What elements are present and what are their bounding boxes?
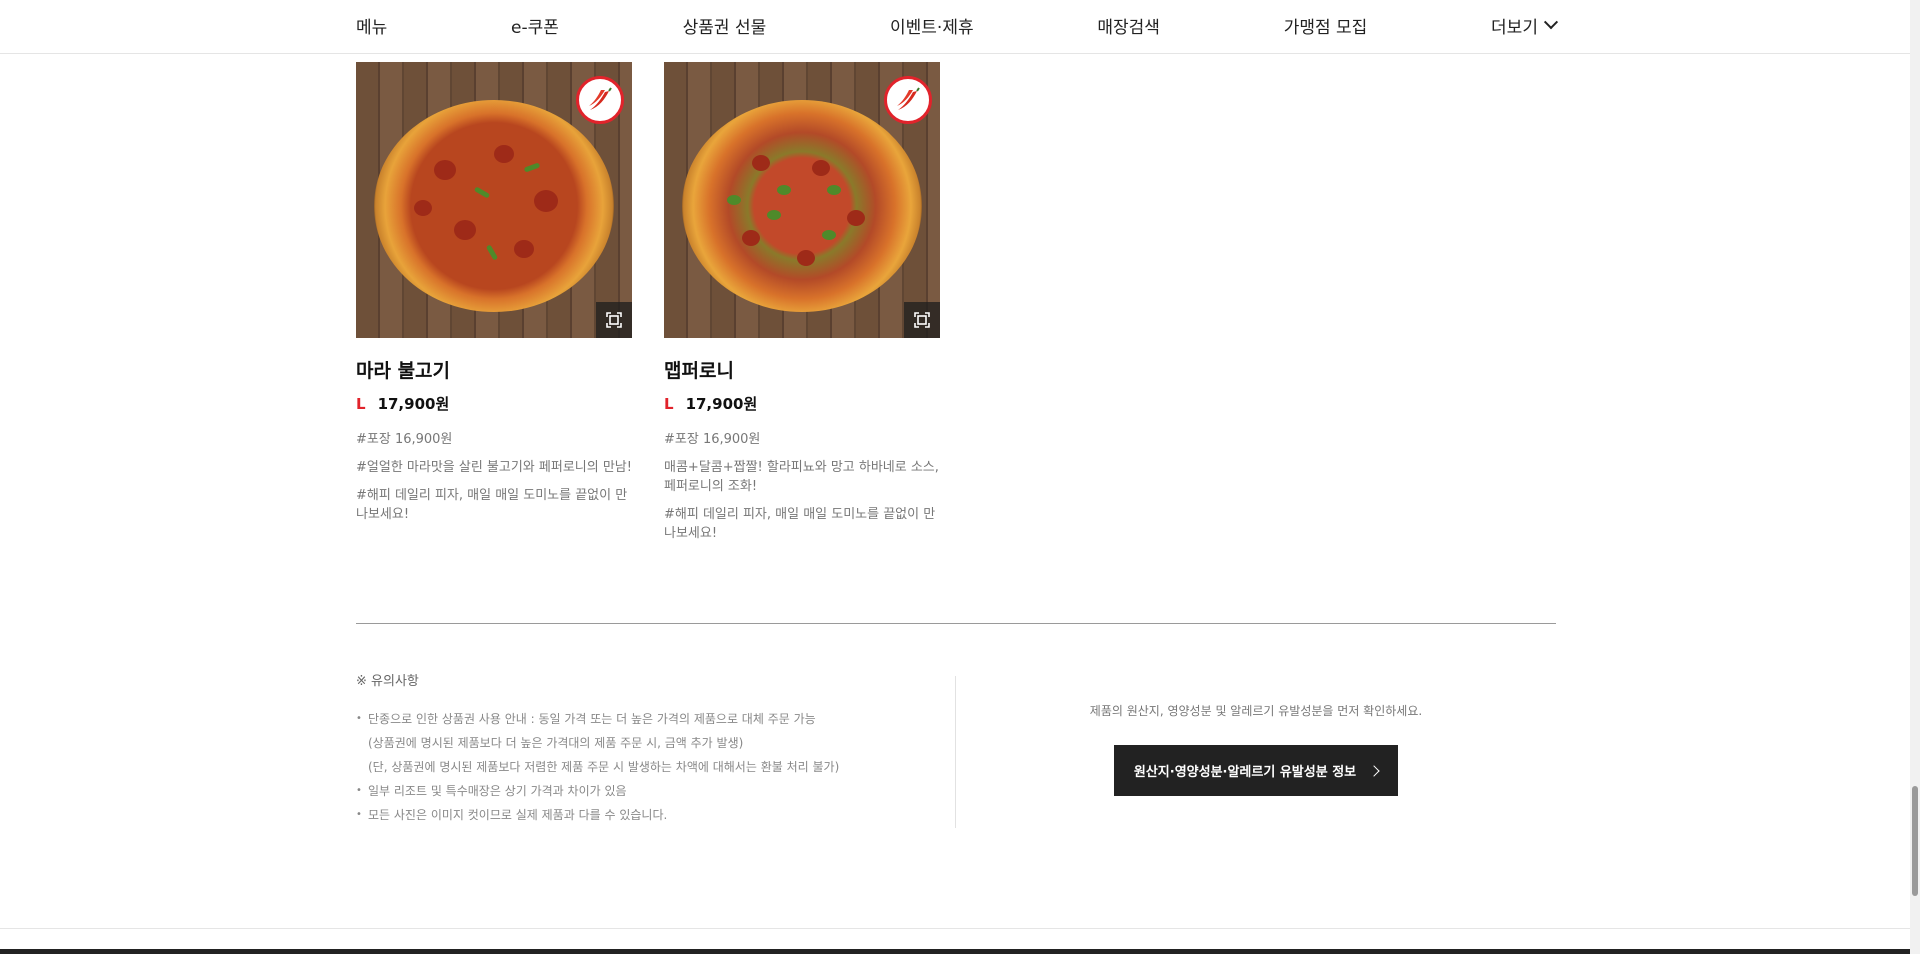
chili-pepper-icon bbox=[884, 76, 932, 124]
origin-info-section: 제품의 원산지, 영양성분 및 알레르기 유발성분을 먼저 확인하세요. 원산지… bbox=[956, 702, 1556, 796]
pizza-image bbox=[682, 100, 922, 312]
nav-item-franchise[interactable]: 가맹점 모집 bbox=[1284, 13, 1368, 38]
expand-icon[interactable] bbox=[904, 302, 940, 338]
nav-item-event[interactable]: 이벤트·제휴 bbox=[890, 13, 974, 38]
nav-item-ecoupon[interactable]: e-쿠폰 bbox=[511, 13, 559, 38]
notice-text: 일부 리조트 및 특수매장은 상기 가격과 차이가 있음 bbox=[368, 784, 627, 798]
nav-item-store-search[interactable]: 매장검색 bbox=[1097, 13, 1160, 38]
footer-divider bbox=[0, 928, 1910, 929]
section-divider bbox=[356, 623, 1556, 624]
chevron-down-icon bbox=[1543, 15, 1559, 30]
footer-bar bbox=[0, 949, 1910, 954]
product-tag: #해피 데일리 피자, 매일 매일 도미노를 끝없이 만나보세요! bbox=[356, 488, 628, 522]
size-label: L bbox=[664, 394, 674, 413]
notice-item: 단종으로 인한 상품권 사용 안내 : 동일 가격 또는 더 높은 가격의 제품… bbox=[356, 707, 956, 779]
product-price: L 17,900원 bbox=[664, 393, 940, 414]
product-list: 마라 불고기 L 17,900원 #포장 16,900원 #얼얼한 마라맛을 살… bbox=[356, 62, 940, 552]
notice-list: 단종으로 인한 상품권 사용 안내 : 동일 가격 또는 더 높은 가격의 제품… bbox=[356, 707, 956, 827]
product-card: 맵퍼로니 L 17,900원 #포장 16,900원 매콤+달콤+짭짤! 할라피… bbox=[664, 62, 940, 552]
nav-menu: 메뉴 e-쿠폰 상품권 선물 이벤트·제휴 매장검색 가맹점 모집 더보기 bbox=[356, 0, 1559, 50]
notice-text: 단종으로 인한 상품권 사용 안내 : 동일 가격 또는 더 높은 가격의 제품… bbox=[368, 712, 816, 726]
product-image[interactable] bbox=[664, 62, 940, 338]
product-tag: #얼얼한 마라맛을 살린 불고기와 페퍼로니의 만남! bbox=[356, 460, 632, 475]
product-card: 마라 불고기 L 17,900원 #포장 16,900원 #얼얼한 마라맛을 살… bbox=[356, 62, 632, 552]
scrollbar-thumb[interactable] bbox=[1912, 786, 1918, 896]
notice-subtext: (상품권에 명시된 제품보다 더 높은 가격대의 제품 주문 시, 금액 추가 … bbox=[368, 736, 744, 750]
product-tag: 매콤+달콤+짭짤! 할라피뇨와 망고 하바네로 소스, 페퍼로니의 조화! bbox=[664, 460, 939, 494]
pizza-image bbox=[374, 100, 614, 312]
origin-info-text: 제품의 원산지, 영양성분 및 알레르기 유발성분을 먼저 확인하세요. bbox=[1089, 704, 1423, 718]
notice-item: 일부 리조트 및 특수매장은 상기 가격과 차이가 있음 bbox=[356, 779, 956, 803]
origin-info-button[interactable]: 원산지·영양성분·알레르기 유발성분 정보 bbox=[1114, 745, 1398, 796]
product-tag: #해피 데일리 피자, 매일 매일 도미노를 끝없이 만나보세요! bbox=[664, 507, 936, 541]
top-navigation: 메뉴 e-쿠폰 상품권 선물 이벤트·제휴 매장검색 가맹점 모집 더보기 bbox=[0, 0, 1910, 54]
notice-section: ※ 유의사항 단종으로 인한 상품권 사용 안내 : 동일 가격 또는 더 높은… bbox=[356, 670, 956, 827]
chili-pepper-icon bbox=[576, 76, 624, 124]
product-name[interactable]: 맵퍼로니 bbox=[664, 356, 940, 383]
price-value: 17,900원 bbox=[685, 395, 758, 413]
size-label: L bbox=[356, 394, 366, 413]
product-tag: #포장 16,900원 bbox=[664, 432, 761, 447]
notice-subtext: (단, 상품권에 명시된 제품보다 저렴한 제품 주문 시 발생하는 차액에 대… bbox=[368, 760, 840, 774]
notice-text: 모든 사진은 이미지 컷이므로 실제 제품과 다를 수 있습니다. bbox=[368, 808, 668, 822]
nav-more-label: 더보기 bbox=[1491, 17, 1538, 38]
expand-icon[interactable] bbox=[596, 302, 632, 338]
nav-item-menu[interactable]: 메뉴 bbox=[356, 13, 387, 38]
price-value: 17,900원 bbox=[377, 395, 450, 413]
nav-item-more[interactable]: 더보기 bbox=[1491, 13, 1559, 38]
product-price: L 17,900원 bbox=[356, 393, 632, 414]
product-tags: #포장 16,900원 매콤+달콤+짭짤! 할라피뇨와 망고 하바네로 소스, … bbox=[664, 430, 940, 543]
product-tags: #포장 16,900원 #얼얼한 마라맛을 살린 불고기와 페퍼로니의 만남! … bbox=[356, 430, 632, 524]
product-image[interactable] bbox=[356, 62, 632, 338]
product-name[interactable]: 마라 불고기 bbox=[356, 356, 632, 383]
notice-title: ※ 유의사항 bbox=[356, 674, 419, 689]
chevron-right-icon bbox=[1368, 764, 1380, 777]
product-tag: #포장 16,900원 bbox=[356, 432, 453, 447]
scrollbar[interactable] bbox=[1910, 0, 1920, 954]
notice-item: 모든 사진은 이미지 컷이므로 실제 제품과 다를 수 있습니다. bbox=[356, 803, 956, 827]
nav-item-gift-card[interactable]: 상품권 선물 bbox=[683, 13, 767, 38]
origin-info-button-label: 원산지·영양성분·알레르기 유발성분 정보 bbox=[1133, 765, 1357, 780]
